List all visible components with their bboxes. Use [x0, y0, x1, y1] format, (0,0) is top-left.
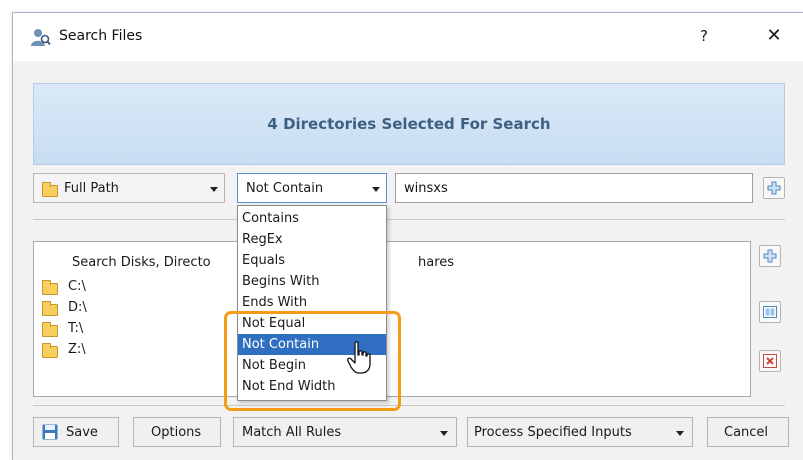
- remove-directory-button[interactable]: [759, 350, 781, 372]
- folder-icon: [42, 182, 58, 197]
- chevron-down-icon: [372, 187, 380, 192]
- chevron-down-icon: [676, 431, 684, 436]
- user-search-icon: [31, 29, 51, 46]
- match-rules-value: Match All Rules: [242, 425, 342, 440]
- options-button-label: Options: [151, 425, 202, 440]
- operator-combo[interactable]: Not Contain: [237, 173, 387, 203]
- list-header-text-tail: hares: [418, 255, 455, 270]
- help-button[interactable]: ?: [689, 23, 719, 49]
- edit-directory-button[interactable]: [759, 301, 781, 323]
- process-inputs-combo[interactable]: Process Specified Inputs: [467, 417, 693, 447]
- folder-icon: [42, 280, 58, 295]
- list-item-label: D:\: [68, 300, 87, 315]
- list-item-label: C:\: [68, 279, 86, 294]
- edit-icon: [763, 306, 777, 318]
- save-button[interactable]: Save: [33, 417, 119, 447]
- dropdown-option[interactable]: Begins With: [238, 271, 386, 292]
- dropdown-option[interactable]: Ends With: [238, 292, 386, 313]
- folder-icon: [42, 301, 58, 316]
- folder-icon: [42, 322, 58, 337]
- search-files-dialog: Search Files ? ✕ 4 Directories Selected …: [12, 12, 803, 460]
- window-title: Search Files: [59, 28, 143, 44]
- chevron-down-icon: [210, 187, 218, 192]
- list-header-text: Search Disks, Directo: [72, 255, 211, 270]
- folder-icon: [42, 343, 58, 358]
- list-item-label: T:\: [68, 321, 84, 336]
- dropdown-option[interactable]: Contains: [238, 208, 386, 229]
- add-rule-button[interactable]: [763, 177, 785, 199]
- plus-icon: [767, 181, 781, 195]
- close-button[interactable]: ✕: [759, 23, 789, 49]
- separator: [33, 405, 785, 406]
- operator-combo-value: Not Contain: [246, 181, 324, 196]
- hand-pointer-icon: [347, 341, 371, 374]
- separator: [33, 219, 785, 220]
- save-button-label: Save: [66, 425, 98, 440]
- add-directory-button[interactable]: [759, 245, 781, 267]
- field-combo-value: Full Path: [64, 181, 119, 196]
- dropdown-option[interactable]: Not End Width: [238, 376, 386, 397]
- dropdown-option[interactable]: RegEx: [238, 229, 386, 250]
- search-value-input[interactable]: [395, 173, 753, 203]
- selection-banner: 4 Directories Selected For Search: [33, 83, 785, 165]
- plus-icon: [763, 249, 777, 263]
- dropdown-option[interactable]: Not Equal: [238, 313, 386, 334]
- directory-list[interactable]: Search Disks, Directo hares C:\ D:\ T:\ …: [33, 241, 751, 397]
- list-item-label: Z:\: [68, 342, 86, 357]
- banner-text: 4 Directories Selected For Search: [267, 115, 551, 133]
- match-rules-combo[interactable]: Match All Rules: [233, 417, 457, 447]
- cancel-button-label: Cancel: [724, 425, 769, 440]
- chevron-down-icon: [440, 431, 448, 436]
- process-inputs-value: Process Specified Inputs: [474, 425, 632, 440]
- remove-icon: [763, 354, 777, 368]
- options-button[interactable]: Options: [133, 417, 221, 447]
- floppy-icon: [42, 424, 58, 440]
- field-combo[interactable]: Full Path: [33, 173, 225, 203]
- cancel-button[interactable]: Cancel: [707, 417, 789, 447]
- dropdown-option[interactable]: Equals: [238, 250, 386, 271]
- title-bar: Search Files ? ✕: [13, 13, 803, 61]
